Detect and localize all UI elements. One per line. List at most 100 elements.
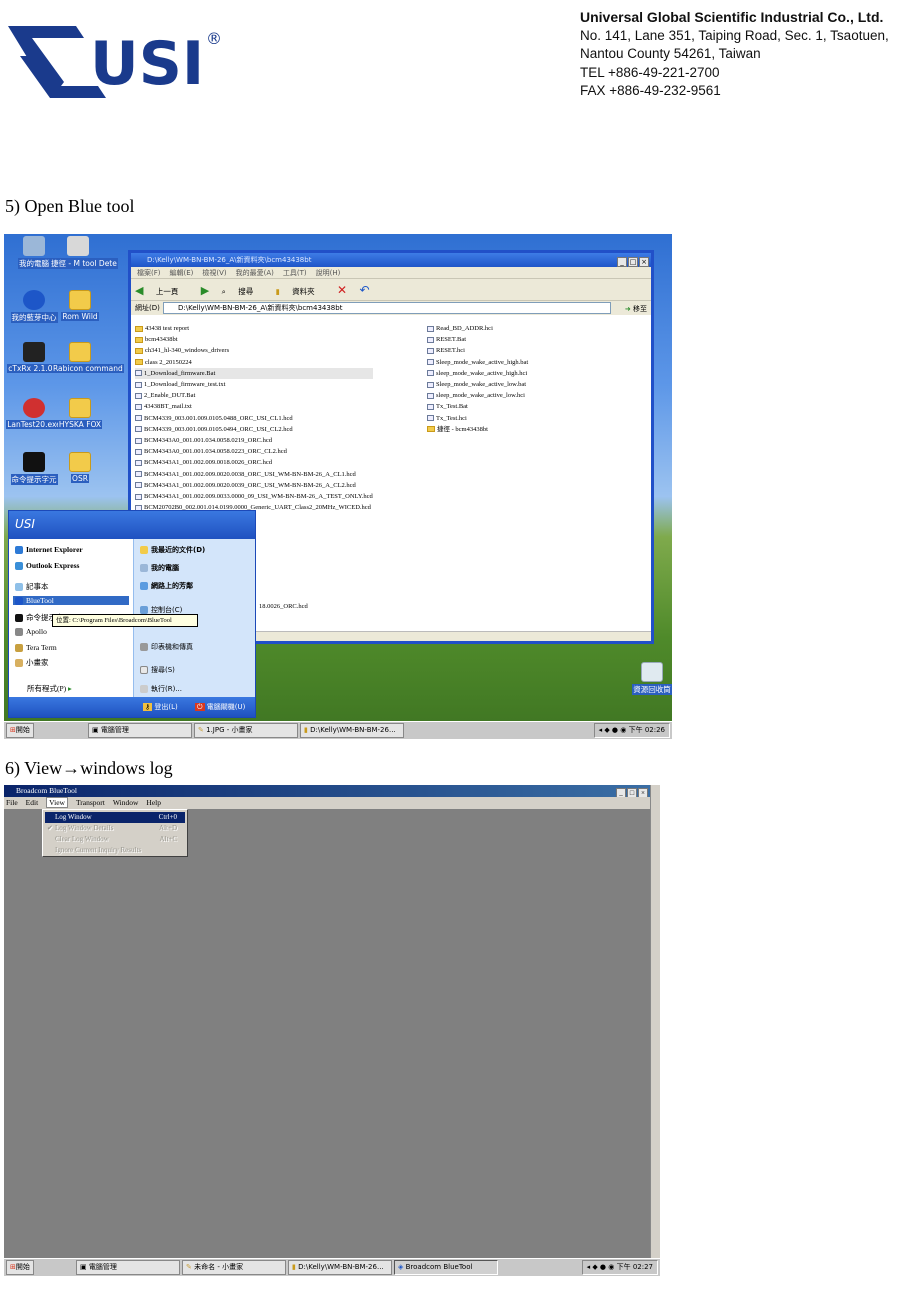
menu-item-search[interactable]: 搜尋(S) [140,665,175,675]
address-label: 網址(D) [135,304,160,312]
bluetool-title-bar[interactable]: Broadcom BlueTool _ □ × [4,785,650,798]
desktop-icon[interactable]: OSR [52,452,108,483]
menu-edit[interactable]: Edit [26,798,39,807]
logo-registered-mark: ® [206,29,222,48]
folders-button[interactable]: ▮ 資料夾 [276,287,325,296]
list-item[interactable]: 1_Download_firmware_test.txt [135,379,373,390]
menu-item-notepad[interactable]: 記事本 [15,581,49,592]
menu-favorites[interactable]: 我的最愛(A) [236,269,274,277]
list-item[interactable]: sleep_mode_wake_active_high.hci [427,368,528,379]
menu-item-printers[interactable]: 印表機和傳真 [140,642,193,652]
list-item[interactable]: BCM4339_003.001.009.0105.0488_ORC_USI_CL… [135,413,373,424]
list-item[interactable]: class 2_20150224 [135,357,373,368]
start-button[interactable]: ⊞開始 [6,723,34,738]
explorer-title-bar[interactable]: D:\Kelly\WM-BN-BM-26_A\新資料夾\bcm43438bt _… [131,253,651,267]
menu-item-apollo[interactable]: Apollo [15,627,47,637]
list-item[interactable]: 43438 test report [135,323,373,334]
taskbar-button[interactable]: ▮ D:\Kelly\WM-BN-BM-26... [288,1260,392,1275]
menu-file[interactable]: File [6,798,18,807]
back-button[interactable]: ◀ 上一頁 [135,284,188,297]
list-item[interactable]: 18.0026_ORC.hcd [259,601,308,612]
taskbar-button[interactable]: ✎ 未命名 - 小畫家 [182,1260,286,1275]
list-item[interactable]: Tx_Test.hci [427,413,528,424]
undo-icon[interactable]: ↶ [359,283,369,297]
menu-item-paint[interactable]: 小畫家 [15,657,49,668]
close-icon[interactable]: × [639,257,649,267]
folder-icon [135,347,143,354]
minimize-icon[interactable]: _ [617,257,627,267]
desktop-icon[interactable]: HYSKA FOX [52,398,108,429]
desktop-icon[interactable]: Rom Wild [52,290,108,321]
menu-edit[interactable]: 編輯(E) [170,269,194,277]
tray-icons[interactable]: ◂ ◆ ● ◉ [599,726,629,734]
menu-help[interactable]: Help [146,798,161,807]
outlook-icon [15,562,23,571]
shutdown-button[interactable]: ⏻ 電腦關機(U) [195,697,245,717]
list-item[interactable]: bcm43438bt [135,334,373,345]
list-item[interactable]: BCM4343A1_001.002.009.0018.0026_ORC.hcd [135,457,373,468]
search-button[interactable]: ⌕ 搜尋 [222,287,264,296]
menu-item-network[interactable]: 網路上的芳鄰 [140,581,193,591]
list-item[interactable]: 1_Download_firmware.Bat [135,367,373,380]
menu-item-clear-log-window[interactable]: Clear Log Window Alt+C [45,834,185,845]
run-icon [140,685,148,693]
menu-item-internet-explorer[interactable]: Internet Explorer [15,545,83,555]
list-item[interactable]: ch341_hl-340_windows_drivers [135,345,373,356]
list-item[interactable]: 捷徑 - bcm43438bt [427,424,528,435]
address-input[interactable]: D:\Kelly\WM-BN-BM-26_A\新資料夾\bcm43438bt [163,302,611,314]
list-item[interactable]: BCM4343A1_001.002.009.0033.0000_09_USI_W… [135,491,373,502]
all-programs-button[interactable]: 所有程式(P) ▸ [27,683,72,694]
file-icon [427,392,434,399]
list-item[interactable]: BCM4343A1_001.002.009.0020.0038_ORC_USI_… [135,469,373,480]
tray-clock: 下午 02:26 [628,726,665,734]
list-item[interactable]: BCM4343A1_001.002.009.0020.0039_ORC_USI_… [135,480,373,491]
menu-item-run[interactable]: 執行(R)... [140,684,182,694]
tray-icons[interactable]: ◂ ◆ ● ◉ [587,1263,617,1271]
delete-icon[interactable]: ✕ [337,283,347,297]
list-item[interactable]: Sleep_mode_wake_active_low.bat [427,379,528,390]
menu-tools[interactable]: 工具(T) [283,269,307,277]
list-item[interactable]: RESET.hci [427,345,528,356]
menu-item-my-computer[interactable]: 我的電腦 [140,563,179,573]
folder-icon [140,546,148,554]
list-item[interactable]: BCM4343A0_001.001.034.0058.0219_ORC.hcd [135,435,373,446]
vertical-scrollbar[interactable] [650,785,660,1258]
list-item[interactable]: BCM4343A0_001.001.034.0058.0223_ORC_CL2.… [135,446,373,457]
desktop-icon[interactable]: Rabicon command [52,342,124,373]
menu-file[interactable]: 檔案(F) [137,269,161,277]
taskbar-button[interactable]: ▣ 電腦管理 [76,1260,180,1275]
list-item[interactable]: RESET.Bat [427,334,528,345]
list-item[interactable]: Sleep_mode_wake_active_high.bat [427,357,528,368]
list-item[interactable]: 43438BT_mail.txt [135,401,373,412]
taskbar-button[interactable]: ✎ 1.JPG - 小畫家 [194,723,298,738]
menu-item-ignore-inquiry[interactable]: Ignore Current Inquiry Results [45,845,185,856]
menu-transport[interactable]: Transport [76,798,105,807]
menu-item-log-window-details[interactable]: ✔ Log Window Details Alt+D [45,823,185,834]
start-button[interactable]: ⊞開始 [6,1260,34,1275]
menu-item-bluetool[interactable]: BlueTool [13,596,129,606]
list-item[interactable]: 2_Enable_DUT.Bat [135,390,373,401]
taskbar-button[interactable]: ▣ 電腦管理 [88,723,192,738]
menu-window[interactable]: Window [113,798,139,807]
forward-arrow-icon[interactable]: ▶ [201,284,209,297]
menu-view[interactable]: 檢視(V) [202,269,226,277]
menu-help[interactable]: 說明(H) [316,269,341,277]
list-item[interactable]: sleep_mode_wake_active_low.hci [427,390,528,401]
menu-item-outlook-express[interactable]: Outlook Express [15,561,79,571]
menu-item-tera-term[interactable]: Tera Term [15,643,57,653]
menu-item-log-window[interactable]: Log Window Ctrl+0 [45,812,185,823]
list-item[interactable]: BCM4339_003.001.009.0105.0494_ORC_USI_CL… [135,424,373,435]
bluetooth-icon [23,290,45,310]
taskbar-button[interactable]: ▮ D:\Kelly\WM-BN-BM-26... [300,723,404,738]
desktop-icon[interactable]: 捷徑 - M tool Dete [50,236,118,269]
logoff-button[interactable]: ⚷ 登出(L) [143,697,178,717]
list-item[interactable]: Read_BD_ADDR.hci [427,323,528,334]
list-item[interactable]: Tx_Test.Bat [427,401,528,412]
maximize-icon[interactable]: □ [628,257,638,267]
desktop-icon-recycle-bin[interactable]: 資源回收筒 [624,662,672,695]
taskbar-button-bluetool[interactable]: ◈ Broadcom BlueTool [394,1260,498,1275]
go-button[interactable]: ➜ 移至 [625,302,647,316]
folder-icon: ▮ [275,287,280,296]
menu-item-recent-docs[interactable]: 我最近的文件(D) [140,545,205,555]
menu-view[interactable]: View [46,797,68,808]
